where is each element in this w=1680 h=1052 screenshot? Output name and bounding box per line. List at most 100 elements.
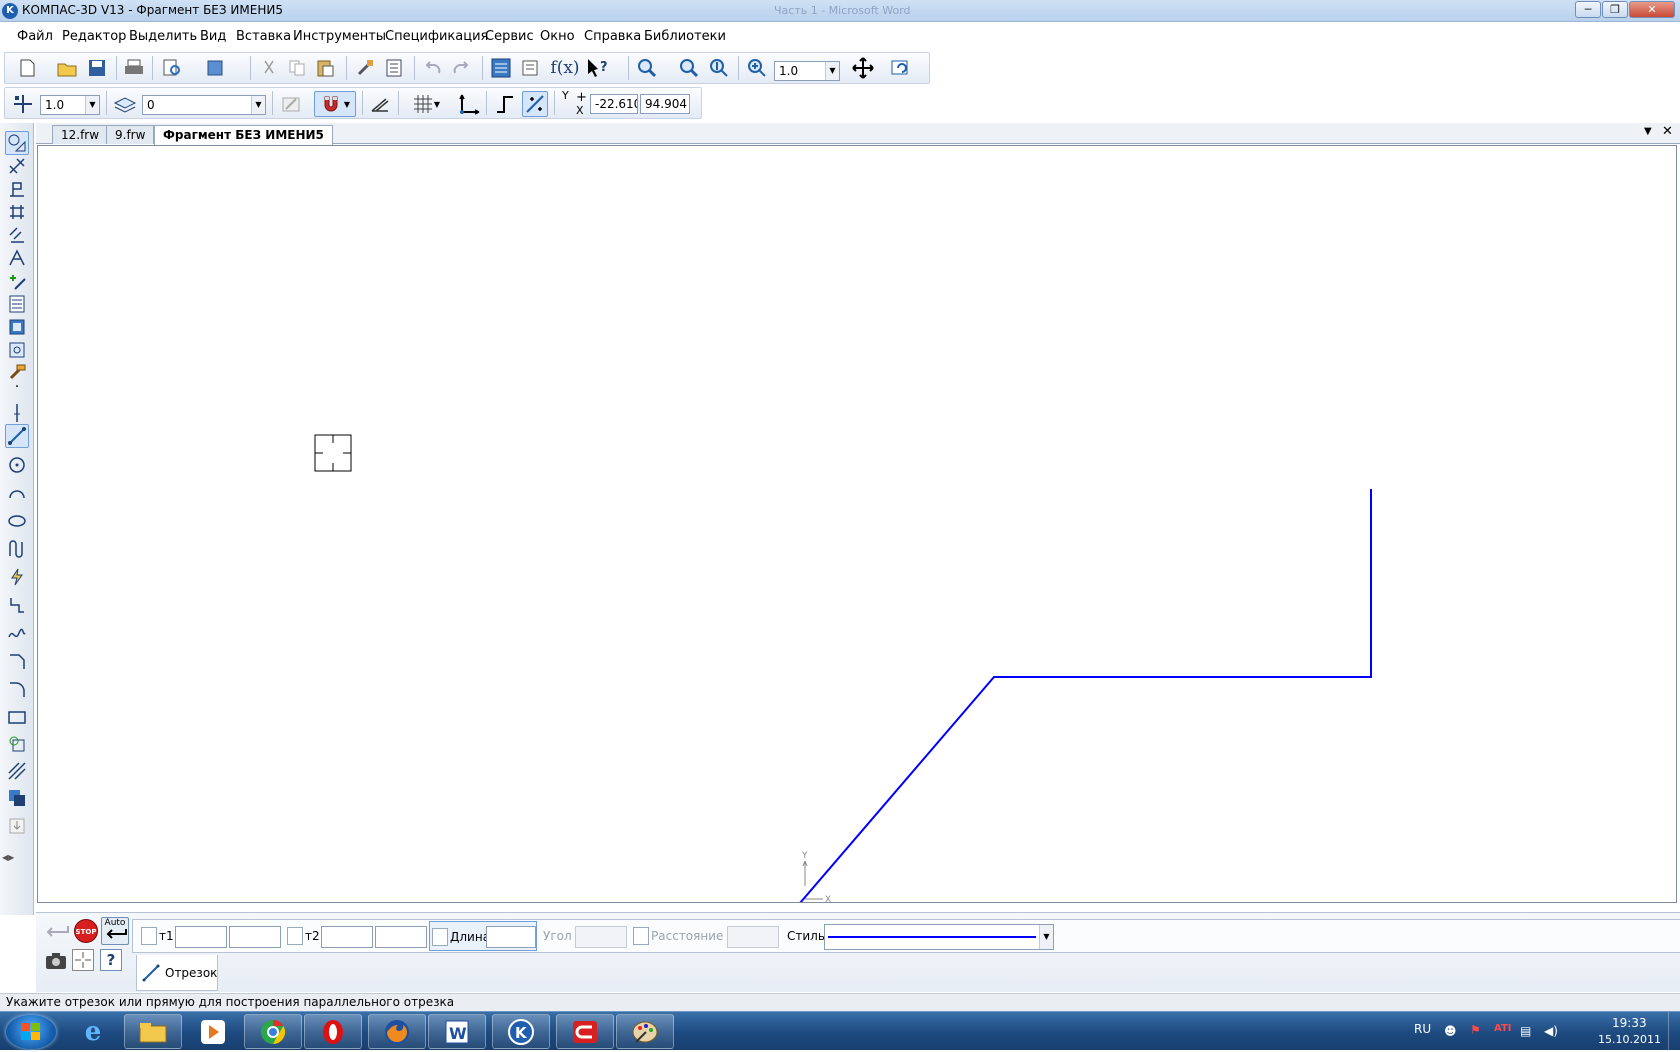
fillet-tool-button[interactable]	[5, 677, 29, 701]
chevron-down-icon[interactable]: ▼	[251, 96, 265, 114]
auto-create-button[interactable]: Auto	[101, 917, 129, 945]
help-question-icon[interactable]: ?	[100, 949, 122, 971]
specification-button[interactable]	[5, 292, 29, 316]
context-help-button[interactable]: ?	[584, 55, 610, 81]
chamfer-tool-button[interactable]	[5, 649, 29, 673]
fill-tool-button[interactable]	[5, 786, 29, 810]
drawing-canvas[interactable]: Y X	[37, 145, 1677, 903]
menu-libraries[interactable]: Библиотеки	[644, 29, 726, 44]
close-tab-icon[interactable]: ✕	[1662, 124, 1673, 139]
segment-tool-button[interactable]	[5, 424, 29, 448]
language-indicator[interactable]: RU	[1414, 1022, 1431, 1036]
zoom-in-button[interactable]	[744, 55, 770, 81]
taskbar-ascon[interactable]	[556, 1014, 614, 1049]
distance-input[interactable]	[727, 926, 779, 948]
angle-input[interactable]	[575, 926, 627, 948]
taskbar-ie[interactable]: e	[64, 1014, 122, 1049]
designations-button[interactable]	[5, 177, 29, 201]
taskbar-media-player[interactable]	[184, 1014, 242, 1049]
tabs-menu-chevron-icon[interactable]: ▼	[1644, 126, 1652, 137]
new-document-button[interactable]	[14, 55, 40, 81]
save-button[interactable]	[84, 55, 110, 81]
auto-line-button[interactable]	[5, 565, 29, 589]
step-button[interactable]	[10, 91, 36, 117]
taskbar-opera[interactable]	[304, 1014, 362, 1049]
taskbar-firefox[interactable]	[368, 1014, 426, 1049]
t1-lock-checkbox[interactable]	[141, 927, 157, 945]
minimize-button[interactable]: ─	[1575, 1, 1601, 18]
tray-flag-icon[interactable]: ⚑	[1470, 1023, 1481, 1037]
contour-tool-button[interactable]	[5, 593, 29, 617]
refresh-button[interactable]	[888, 55, 914, 81]
chevron-down-icon[interactable]: ▼	[825, 62, 839, 80]
t2-lock-checkbox[interactable]	[287, 927, 303, 945]
snap-points-button[interactable]	[522, 91, 548, 117]
grid-button[interactable]: ▼	[406, 91, 446, 117]
reports-button[interactable]	[5, 315, 29, 339]
polyline-tool-button[interactable]	[5, 537, 29, 561]
tab-9-frw[interactable]: 9.frw	[106, 125, 155, 144]
tray-app-icon[interactable]: ☻	[1444, 1024, 1457, 1038]
ortho-axes-button[interactable]	[456, 91, 482, 117]
chevron-down-icon[interactable]: ▼	[1039, 925, 1053, 949]
parametrization-button[interactable]	[5, 223, 29, 247]
ellipse-tool-button[interactable]	[5, 509, 29, 533]
menu-tools[interactable]: Инструменты	[293, 29, 386, 44]
menu-help[interactable]: Справка	[584, 29, 641, 44]
tab-segment[interactable]: Отрезок	[136, 955, 218, 991]
measure-button[interactable]	[5, 246, 29, 270]
stop-button[interactable]: STOP	[74, 919, 98, 943]
tree-button[interactable]	[488, 55, 514, 81]
distance-lock-checkbox[interactable]	[633, 927, 649, 945]
taskbar-paint[interactable]	[616, 1014, 674, 1049]
format-painter-button[interactable]	[352, 55, 378, 81]
back-arrow-icon[interactable]	[44, 923, 70, 942]
preview-button[interactable]	[160, 55, 186, 81]
line-style-select[interactable]: ▼	[824, 924, 1054, 950]
menu-view[interactable]: Вид	[200, 29, 226, 44]
menu-window[interactable]: Окно	[540, 29, 575, 44]
geometry-tools-button[interactable]	[5, 131, 29, 155]
close-button[interactable]: ✕	[1629, 1, 1675, 18]
ati-tray-icon[interactable]: ATI	[1494, 1023, 1512, 1034]
dimensions-tools-button[interactable]	[5, 154, 29, 178]
chevron-down-icon[interactable]: ▼	[344, 100, 350, 109]
clock-time[interactable]: 19:33	[1612, 1016, 1647, 1030]
ortho-mode-button[interactable]	[492, 91, 518, 117]
t2-y-input[interactable]	[375, 926, 427, 948]
menu-edit[interactable]: Редактор	[62, 29, 126, 44]
bezier-tool-button[interactable]	[5, 621, 29, 645]
equidistant-button[interactable]	[5, 732, 29, 756]
camera-icon[interactable]	[44, 951, 68, 974]
view-properties-button[interactable]	[278, 91, 304, 117]
coord-y-field[interactable]: 94.904	[640, 94, 690, 114]
arc-tool-button[interactable]	[5, 481, 29, 505]
t1-x-input[interactable]	[175, 926, 227, 948]
chevron-down-icon[interactable]: ▼	[434, 100, 440, 109]
select-button[interactable]	[5, 269, 29, 293]
volume-icon[interactable]: ◀)	[1544, 1024, 1558, 1038]
taskbar-explorer[interactable]	[124, 1014, 182, 1049]
properties-list-button[interactable]	[381, 55, 407, 81]
maximize-button[interactable]: ❐	[1602, 1, 1628, 18]
taskbar-chrome[interactable]	[244, 1014, 302, 1049]
point-tool-button[interactable]: ·	[5, 375, 29, 399]
redo-button[interactable]	[448, 55, 474, 81]
cut-button[interactable]	[256, 55, 282, 81]
t2-x-input[interactable]	[321, 926, 373, 948]
edit-tools-button[interactable]	[5, 200, 29, 224]
local-cs-button[interactable]	[366, 91, 392, 117]
show-desktop-button[interactable]	[1668, 1012, 1680, 1051]
function-button[interactable]: f(x)	[548, 55, 582, 81]
circle-tool-button[interactable]	[5, 453, 29, 477]
start-button[interactable]	[6, 1015, 56, 1049]
panel-collapse-button[interactable]	[5, 814, 29, 838]
taskbar-kompas[interactable]: K	[492, 1014, 550, 1049]
open-button[interactable]	[54, 55, 80, 81]
chevron-down-icon[interactable]: ▼	[85, 96, 99, 114]
auxiliary-line-button[interactable]	[5, 401, 29, 425]
length-input[interactable]	[486, 926, 536, 948]
manager-button[interactable]	[204, 55, 230, 81]
menu-select[interactable]: Выделить	[129, 29, 197, 44]
zoom-window-button[interactable]	[634, 55, 660, 81]
